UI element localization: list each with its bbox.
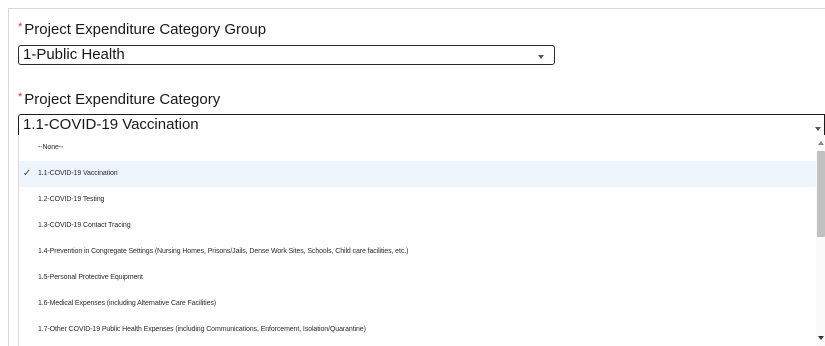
dropdown-option[interactable]: 1.7-Other COVID-19 Public Health Expense… [19, 317, 825, 343]
dropdown-option[interactable]: --None-- [19, 135, 825, 161]
listbox-scrollbar[interactable] [816, 135, 825, 346]
category-options-listbox[interactable]: --None-- ✓ 1.1-COVID-19 Vaccination 1.2-COV… [18, 135, 825, 346]
scroll-thumb[interactable] [817, 151, 825, 237]
dropdown-option[interactable]: 1.2-COVID-19 Testing [19, 187, 825, 213]
required-marker: * [18, 91, 23, 103]
chevron-down-icon [538, 55, 544, 59]
panel-top-border [8, 8, 825, 9]
scroll-up-arrow-icon[interactable] [818, 141, 824, 145]
category-group-label: * Project Expenditure Category Group [18, 21, 266, 38]
category-value: 1.1-COVID-19 Vaccination [23, 116, 199, 133]
dropdown-option-label: 1.2-COVID-19 Testing [38, 196, 105, 203]
scroll-down-arrow-icon[interactable] [818, 336, 824, 340]
dropdown-option-label: 1.4-Prevention in Congregate Settings (N… [38, 248, 409, 255]
category-label-text: Project Expenditure Category [24, 91, 221, 108]
category-group-select[interactable]: 1-Public Health [18, 45, 555, 65]
dropdown-option[interactable]: 1.3-COVID-19 Contact Tracing [19, 213, 825, 239]
category-group-value: 1-Public Health [23, 46, 125, 63]
chevron-down-icon [815, 127, 821, 131]
dropdown-option[interactable]: 1.6-Medical Expenses (including Alternat… [19, 291, 825, 317]
dropdown-option-label: 1.1-COVID-19 Vaccination [38, 170, 118, 177]
category-select[interactable]: 1.1-COVID-19 Vaccination [18, 114, 825, 136]
dropdown-option-label: --None-- [38, 144, 64, 151]
dropdown-option[interactable]: 1.5-Personal Protective Equipment [19, 265, 825, 291]
dropdown-option-label: 1.6-Medical Expenses (including Alternat… [38, 300, 217, 307]
checkmark-icon: ✓ [22, 168, 32, 179]
dropdown-option-label: 1.3-COVID-19 Contact Tracing [38, 222, 131, 229]
dropdown-option[interactable]: ✓ 1.1-COVID-19 Vaccination [19, 161, 825, 187]
panel-left-border [8, 8, 9, 346]
category-group-label-text: Project Expenditure Category Group [24, 21, 267, 38]
dropdown-option-label: 1.7-Other COVID-19 Public Health Expense… [38, 326, 366, 333]
dropdown-option-label: 1.5-Personal Protective Equipment [38, 274, 143, 281]
category-label: * Project Expenditure Category [18, 91, 220, 108]
options-container: --None-- ✓ 1.1-COVID-19 Vaccination 1.2-COV… [19, 135, 825, 343]
required-marker: * [18, 21, 23, 33]
dropdown-option[interactable]: 1.4-Prevention in Congregate Settings (N… [19, 239, 825, 265]
